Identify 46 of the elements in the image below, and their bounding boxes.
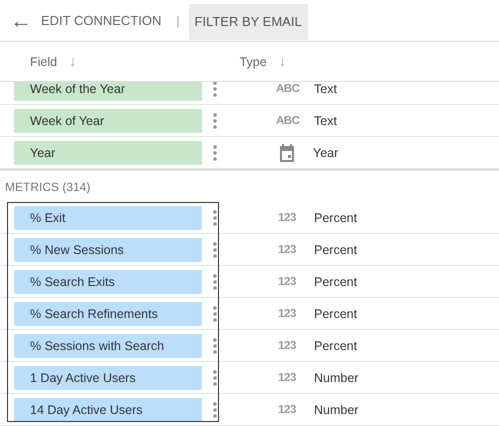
field-chip[interactable]: % Exit: [14, 206, 202, 230]
more-icon[interactable]: [213, 240, 217, 258]
more-icon[interactable]: [213, 112, 217, 130]
column-header[interactable]: Type: [240, 54, 267, 68]
section-label: METRICS (314): [4, 178, 92, 196]
field-chip[interactable]: Week of the Year: [14, 82, 202, 100]
more-icon[interactable]: [213, 82, 217, 98]
type-label: Text: [314, 82, 337, 96]
type-icon: 123: [276, 212, 298, 224]
type-label: Percent: [314, 274, 358, 288]
edit-connection-link[interactable]: EDIT CONNECTION: [41, 13, 162, 28]
type-icon: 123: [276, 276, 298, 288]
separator: |: [176, 14, 180, 28]
type-icon: ABC: [276, 82, 298, 94]
field-chip[interactable]: Year: [14, 140, 202, 164]
type-label: Percent: [314, 242, 358, 256]
type-icon: 123: [276, 308, 298, 320]
more-icon[interactable]: [213, 336, 217, 354]
more-icon[interactable]: [213, 208, 217, 226]
type-label: Percent: [314, 338, 358, 352]
column-header[interactable]: Field: [30, 54, 58, 68]
field-chip[interactable]: % Search Refinements: [14, 302, 202, 326]
type-icon: 123: [276, 372, 298, 384]
field-chip[interactable]: % New Sessions: [14, 238, 202, 262]
type-label: Text: [314, 114, 337, 128]
field-chip[interactable]: % Sessions with Search: [14, 334, 202, 358]
more-icon[interactable]: [213, 304, 217, 322]
type-label: Percent: [314, 306, 358, 320]
field-chip[interactable]: 14 Day Active Users: [14, 398, 202, 422]
type-icon: ABC: [276, 114, 298, 126]
type-label: Number: [314, 370, 358, 384]
type-label: Number: [314, 402, 358, 416]
back-button[interactable]: ←: [10, 10, 32, 32]
type-icon: 123: [276, 244, 298, 256]
field-chip[interactable]: Week of Year: [14, 108, 202, 132]
more-icon[interactable]: [213, 272, 217, 290]
type-label: Year: [313, 146, 338, 160]
more-icon[interactable]: [213, 400, 217, 418]
more-icon[interactable]: [213, 368, 217, 386]
type-icon: 123: [276, 340, 298, 352]
type-label: Percent: [314, 210, 358, 224]
field-chip[interactable]: 1 Day Active Users: [14, 366, 202, 390]
more-icon[interactable]: [213, 144, 217, 162]
type-icon: 123: [276, 404, 298, 416]
page-title[interactable]: FILTER BY EMAIL: [188, 4, 308, 40]
field-chip[interactable]: % Search Exits: [14, 270, 202, 294]
